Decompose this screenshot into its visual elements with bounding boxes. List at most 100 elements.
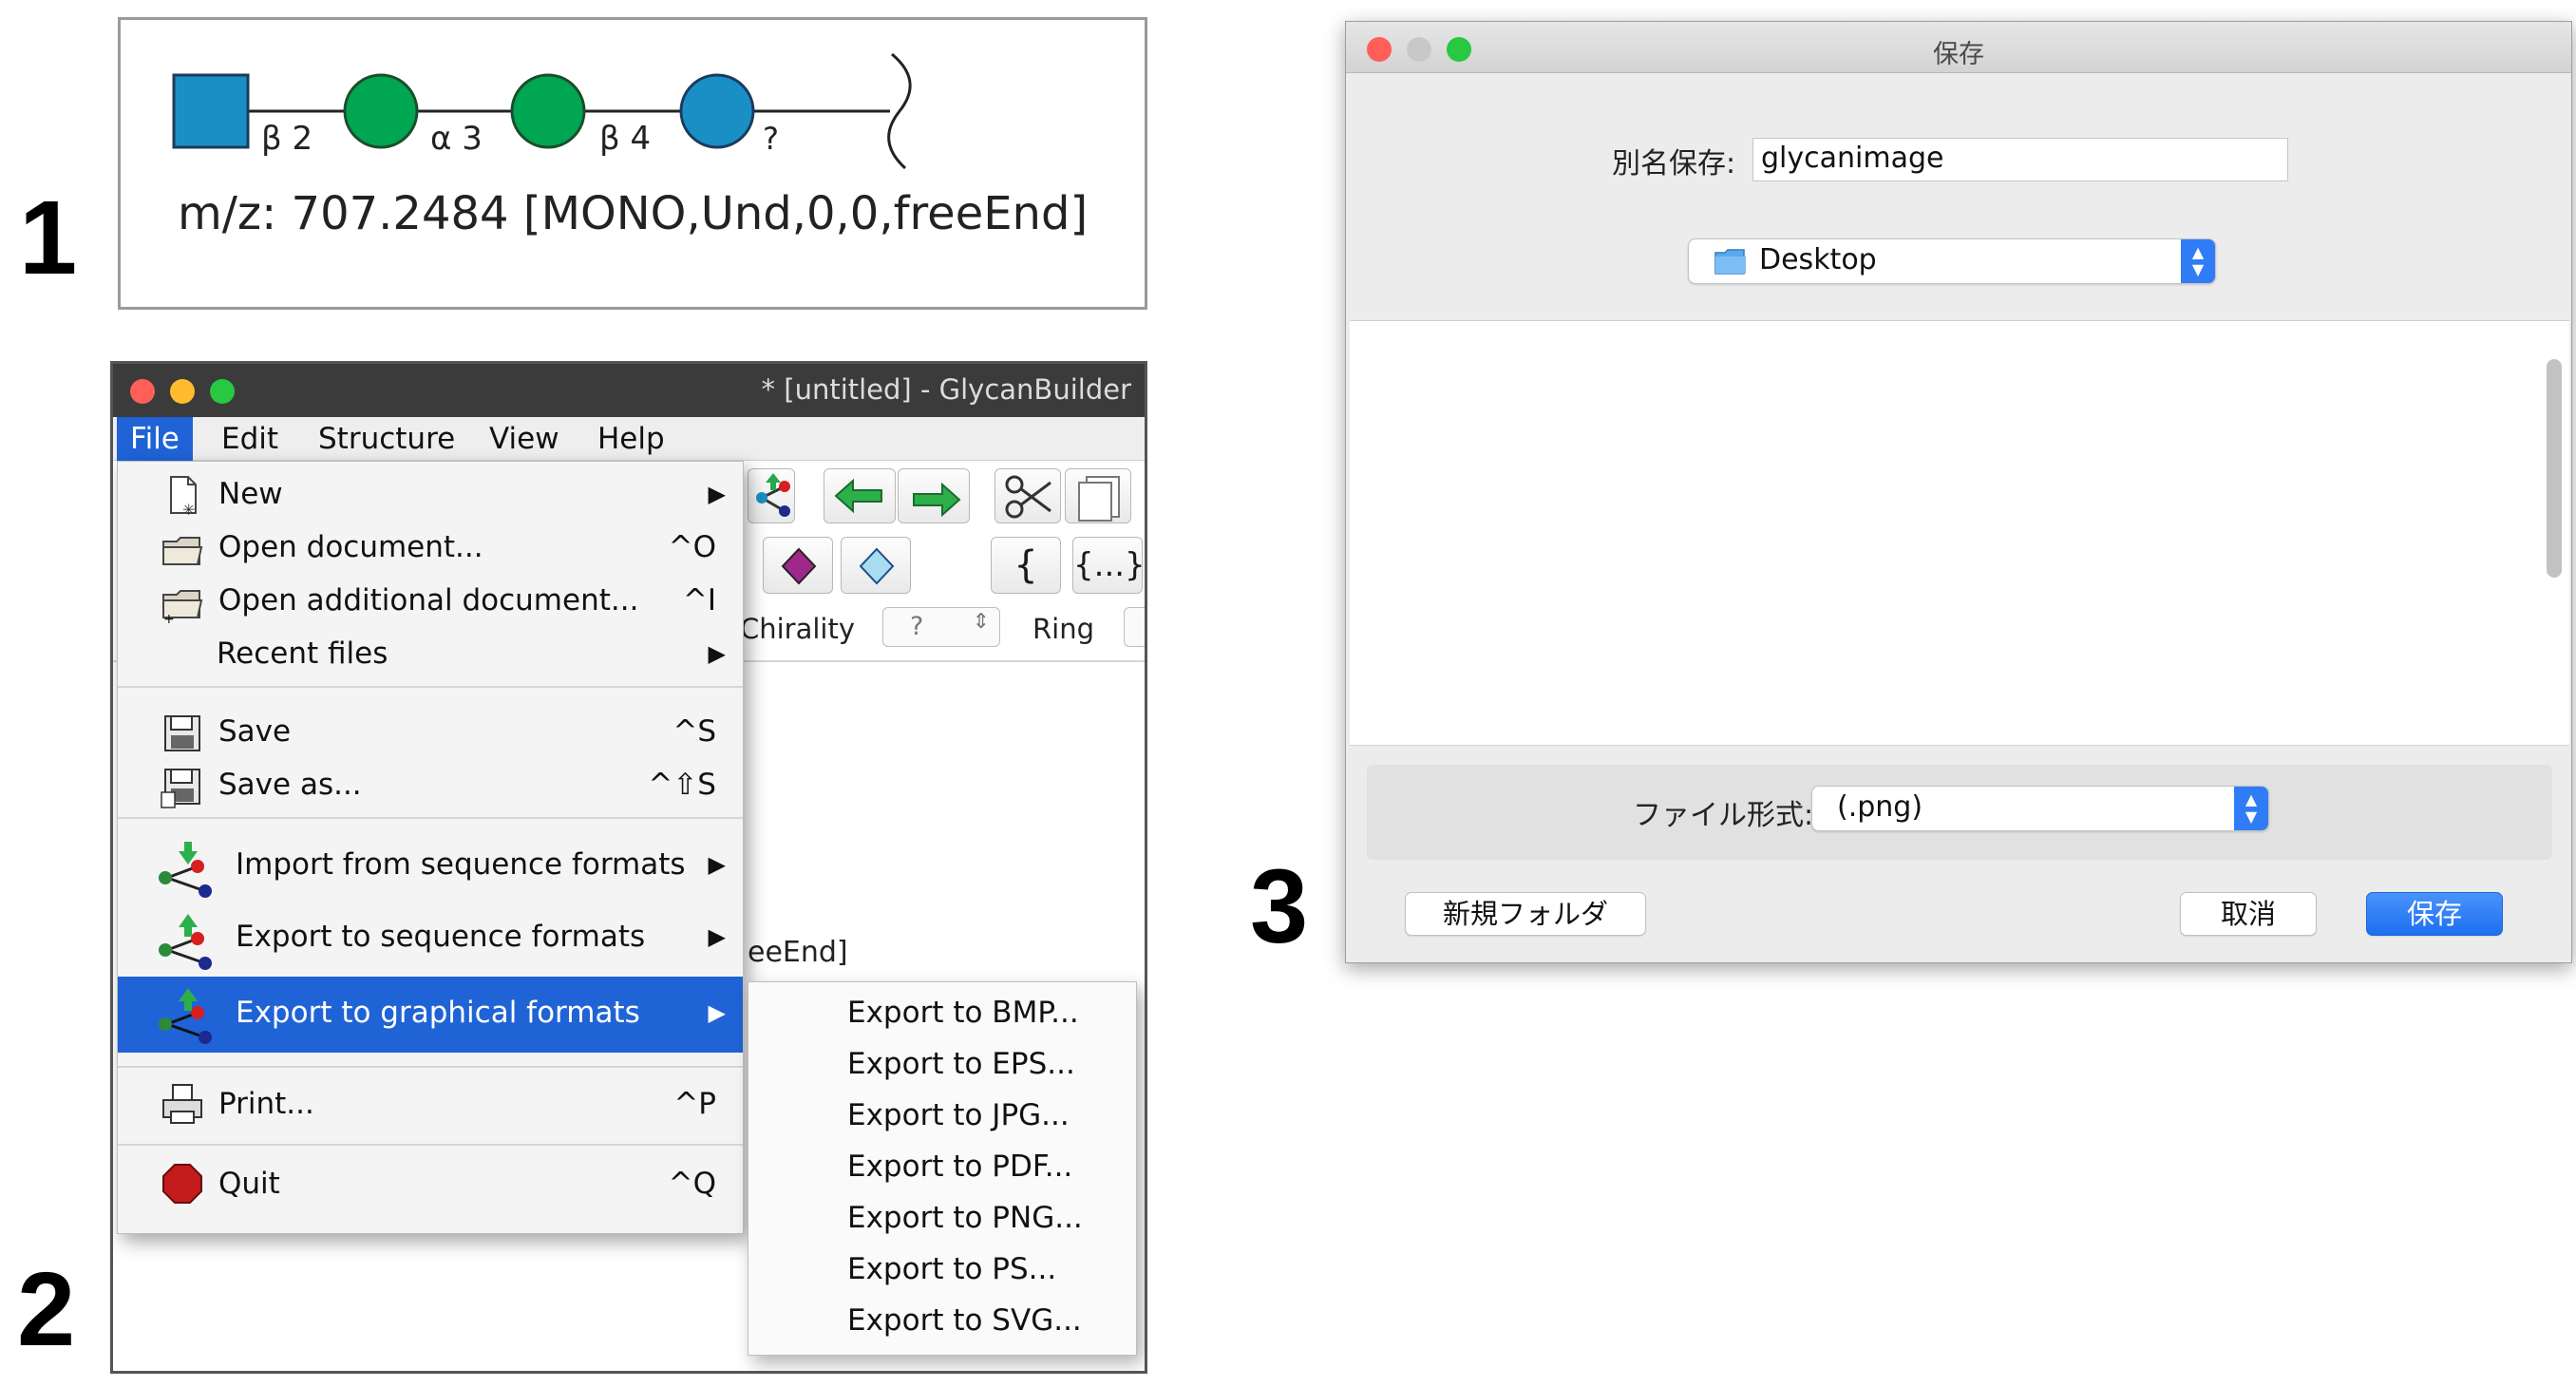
menu-item-print[interactable]: Print... ^P [118, 1077, 743, 1134]
svg-text:✳: ✳ [182, 501, 195, 519]
menu-separator [118, 1066, 743, 1068]
menu-item-label: Open document... [218, 530, 483, 564]
folder-icon [1714, 249, 1746, 275]
bracket-button[interactable]: { [991, 537, 1061, 594]
filename-input[interactable]: glycanimage [1752, 138, 2288, 181]
stop-icon [162, 1164, 202, 1204]
file-format-stepper-icon: ▲ ▼ [2234, 787, 2268, 830]
folder-add-icon: + [162, 590, 203, 625]
window-zoom-button[interactable] [210, 379, 235, 404]
window-title: * [untitled] - GlycanBuilder [761, 373, 1131, 406]
scissors-icon [1005, 475, 1051, 519]
structure-tree-icon [756, 473, 790, 517]
window-close-button[interactable] [130, 379, 155, 404]
file-format-label: ファイル形式: [1633, 799, 1814, 832]
redo-button[interactable] [898, 468, 970, 523]
menu-file[interactable]: File [117, 417, 193, 461]
menu-item-label: Save as... [218, 768, 362, 802]
cancel-button[interactable]: 取消 [2180, 892, 2317, 936]
svg-text:+: + [163, 612, 175, 625]
menu-item-import-sequence[interactable]: Import from sequence formats ▶ [118, 832, 743, 902]
menu-item-save[interactable]: Save ^S [118, 707, 743, 760]
submenu-arrow-icon: ▶ [708, 640, 726, 667]
linkage-label-1: β 2 [261, 120, 313, 158]
menu-item-export-sequence[interactable]: Export to sequence formats ▶ [118, 904, 743, 975]
menu-structure[interactable]: Structure [305, 417, 468, 461]
lightblue-diamond-residue-button[interactable] [841, 537, 911, 594]
save-button[interactable]: 保存 [2366, 892, 2503, 936]
menu-item-export-graphical[interactable]: Export to graphical formats ▶ [118, 977, 743, 1053]
glycan-structure-panel: β 2 α 3 β 4 ? m/z: 707.2484 [MONO,Und,0,… [118, 17, 1147, 310]
menu-item-shortcut: ^Q [668, 1167, 716, 1201]
purple-diamond-residue-button[interactable] [763, 537, 833, 594]
menu-item-label: Save [218, 714, 292, 749]
purple-diamond-icon [781, 547, 817, 585]
copy-button[interactable] [1065, 468, 1131, 523]
floppy-disk-as-icon [161, 769, 200, 808]
linkage-label-4: ? [763, 121, 779, 157]
window-minimize-button[interactable] [170, 379, 195, 404]
menu-edit[interactable]: Edit [208, 417, 292, 461]
file-format-popup[interactable]: (.png) ▲ ▼ [1811, 786, 2269, 831]
chirality-label: Chirality [740, 613, 856, 645]
menu-item-label: New [218, 477, 283, 511]
ring-spinner[interactable] [1124, 607, 1145, 647]
file-browser-area[interactable] [1350, 320, 2569, 746]
redo-arrow-icon [913, 482, 961, 518]
submenu-item-export-pdf[interactable]: Export to PDF... [847, 1150, 1072, 1184]
submenu-item-export-ps[interactable]: Export to PS... [847, 1252, 1056, 1286]
submenu-arrow-icon: ▶ [708, 851, 726, 878]
repeat-bracket-button[interactable]: {...} [1072, 537, 1145, 594]
toolbar-structure-button[interactable] [748, 468, 795, 523]
file-format-bar: ファイル形式: (.png) ▲ ▼ [1367, 765, 2552, 860]
submenu-item-export-svg[interactable]: Export to SVG... [847, 1303, 1082, 1338]
cut-button[interactable] [994, 468, 1061, 523]
spinner-arrows-icon: ⇕ [972, 610, 990, 634]
panel-number-3: 3 [1250, 848, 1309, 965]
linkage-label-2: α 3 [430, 120, 483, 158]
submenu-arrow-icon: ▶ [708, 481, 726, 507]
menu-item-open-document[interactable]: Open document... ^O [118, 522, 743, 576]
save-dialog: 保存 別名保存: glycanimage Desktop ▲ ▼ ファイル形式: … [1345, 21, 2572, 963]
dialog-title: 保存 [1933, 40, 1984, 69]
menu-bar: File Edit Structure View Help [113, 417, 1145, 461]
glycan-structure-diagram: β 2 α 3 β 4 ? [172, 52, 912, 170]
glcnac-square-residue [172, 73, 250, 149]
chirality-spinner[interactable]: ? ⇕ [882, 607, 1000, 647]
submenu-item-export-eps[interactable]: Export to EPS... [847, 1047, 1075, 1081]
menu-separator [118, 817, 743, 819]
menu-item-quit[interactable]: Quit ^Q [118, 1157, 743, 1214]
new-folder-button[interactable]: 新規フォルダ [1405, 892, 1646, 936]
menu-item-save-as[interactable]: Save as... ^⇧S [118, 760, 743, 813]
menu-item-label: Print... [218, 1087, 314, 1121]
window-titlebar: * [untitled] - GlycanBuilder [113, 364, 1145, 417]
ring-label: Ring [1032, 613, 1094, 645]
dialog-body: 別名保存: glycanimage Desktop ▲ ▼ ファイル形式: (.p… [1346, 73, 2571, 962]
menu-item-label: Open additional document... [218, 583, 639, 618]
menu-view[interactable]: View [476, 417, 573, 461]
menu-item-shortcut: ^O [668, 530, 716, 564]
menu-item-shortcut: ^P [673, 1087, 716, 1121]
submenu-item-export-bmp[interactable]: Export to BMP... [847, 996, 1079, 1030]
menu-item-new[interactable]: ✳ New ▶ [118, 469, 743, 522]
menu-item-label: Export to graphical formats [236, 996, 640, 1030]
submenu-item-export-jpg[interactable]: Export to JPG... [847, 1098, 1070, 1132]
submenu-arrow-icon: ▶ [708, 923, 726, 950]
floppy-disk-icon [164, 715, 200, 751]
menu-item-shortcut: ^⇧S [648, 768, 716, 802]
export-graphical-submenu: Export to BMP... Export to EPS... Export… [748, 981, 1137, 1356]
printer-icon [162, 1084, 202, 1124]
menu-item-open-additional-document[interactable]: + Open additional document... ^I [118, 576, 743, 629]
location-value: Desktop [1759, 243, 1877, 276]
glycanbuilder-window: * [untitled] - GlycanBuilder File Edit S… [110, 361, 1147, 1374]
file-menu-dropdown: ✳ New ▶ Open document... ^O + Open addit… [117, 461, 744, 1234]
scrollbar-thumb[interactable] [2547, 359, 2562, 578]
reducing-end-bracket-icon [887, 52, 912, 170]
undo-button[interactable] [824, 468, 896, 523]
panel-number-2: 2 [17, 1251, 76, 1368]
menu-help[interactable]: Help [584, 417, 678, 461]
location-popup[interactable]: Desktop ▲ ▼ [1688, 238, 2216, 284]
submenu-item-export-png[interactable]: Export to PNG... [847, 1201, 1083, 1235]
menu-item-recent-files[interactable]: Recent files ▶ [118, 629, 743, 682]
menu-item-shortcut: ^I [682, 583, 716, 618]
